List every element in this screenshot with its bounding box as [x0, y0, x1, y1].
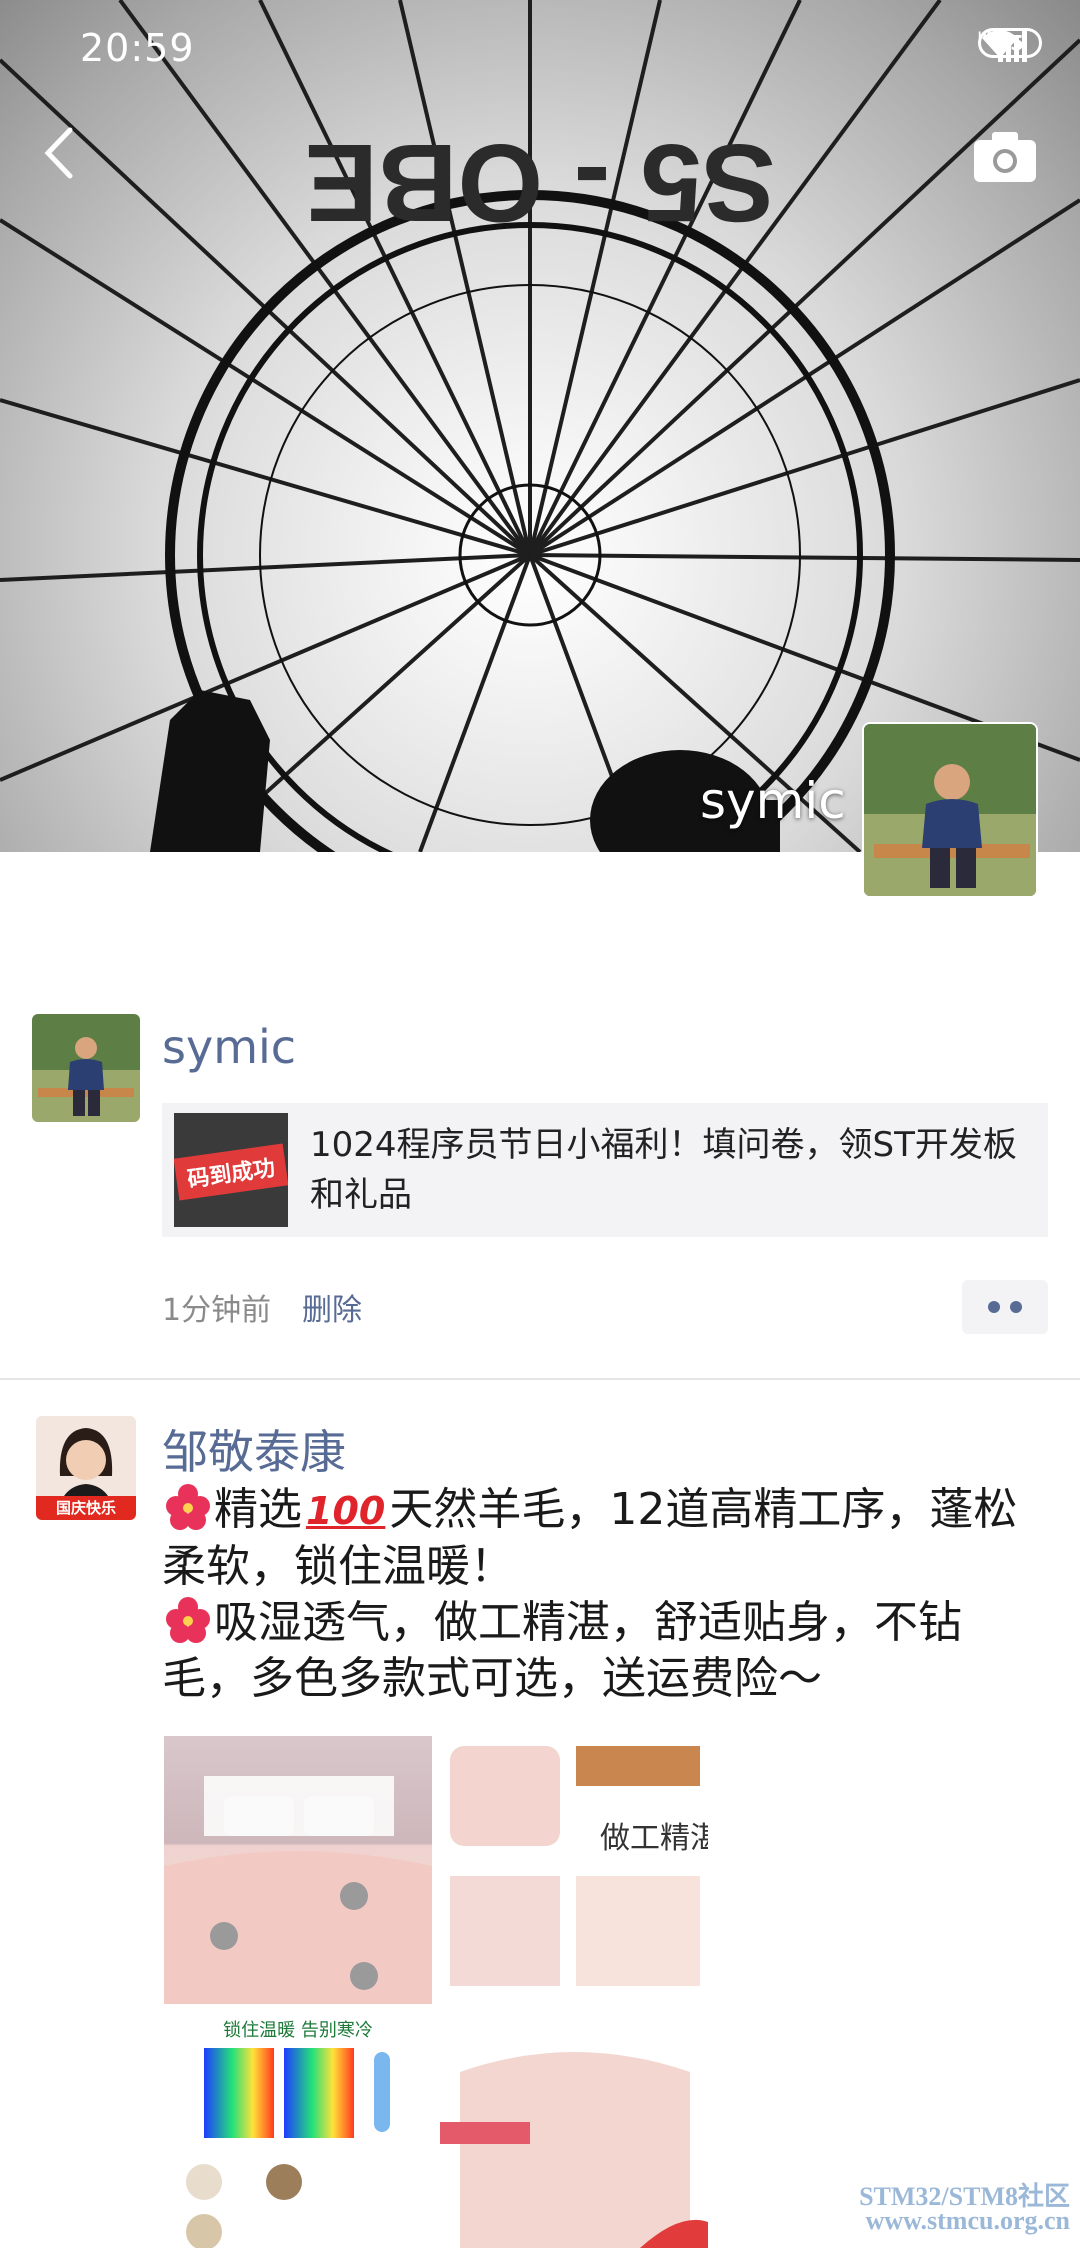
- hibiscus-icon: [166, 1484, 210, 1530]
- post-divider: [0, 1378, 1080, 1380]
- delete-link[interactable]: 删除: [302, 1285, 362, 1329]
- post-avatar-symic[interactable]: [32, 1014, 140, 1122]
- shared-link-card[interactable]: 码到成功 1024程序员节日小福利！填问卷，领ST开发板和礼品: [162, 1103, 1048, 1237]
- dot-icon: [988, 1301, 1000, 1313]
- avatar-badge: 国庆快乐: [36, 1496, 136, 1520]
- post-author-name[interactable]: symic: [162, 1020, 296, 1074]
- post-image-1[interactable]: [164, 1736, 432, 2004]
- status-time: 20:59: [80, 26, 195, 70]
- bedding-detail-photo: 做工精湛: [450, 1746, 708, 1986]
- post-image-3[interactable]: 锁住温暖 告别寒冷: [164, 2012, 432, 2248]
- link-title: 1024程序员节日小福利！填问卷，领ST开发板和礼品: [310, 1125, 1017, 1215]
- camera-icon: [974, 132, 1036, 182]
- avatar-photo: [864, 724, 1036, 896]
- chevron-left-icon: [44, 127, 73, 179]
- owner-avatar[interactable]: [862, 722, 1038, 898]
- image-caption: 锁住温暖 告别寒冷: [223, 2020, 373, 2041]
- watermark-line2: www.stmcu.org.cn: [865, 2206, 1070, 2235]
- post-text-line1a: 精选: [214, 1484, 302, 1535]
- bedding-photo: [164, 1776, 432, 2004]
- wifi-icon: [982, 30, 1018, 58]
- link-thumbnail: 码到成功: [174, 1113, 288, 1227]
- back-button[interactable]: [30, 118, 90, 188]
- post-image-2[interactable]: 做工精湛: [440, 1736, 708, 2004]
- more-actions-button[interactable]: [962, 1280, 1048, 1334]
- folded-quilt-photo: [440, 2052, 708, 2248]
- status-bar: 20:59 HD 65: [0, 0, 1080, 96]
- thermal-infographic: 锁住温暖 告别寒冷: [186, 2020, 390, 2248]
- image-caption: 做工精湛: [600, 1821, 708, 1856]
- post-text-line2: 吸湿透气，做工精湛，舒适贴身，不钻毛，多色多款式可选，送运费险～: [162, 1597, 962, 1704]
- camera-button[interactable]: [970, 128, 1040, 184]
- post-timestamp: 1分钟前: [162, 1293, 272, 1328]
- dot-icon: [1010, 1301, 1022, 1313]
- post-avatar-zoujingtaikang[interactable]: 国庆快乐: [36, 1416, 136, 1520]
- hibiscus-icon: [166, 1597, 210, 1643]
- hundred-points-icon: 100: [306, 1489, 386, 1533]
- balloon-letters: S5 - OBE: [305, 121, 776, 244]
- avatar-photo: [32, 1014, 140, 1122]
- post-image-4[interactable]: [440, 2012, 708, 2248]
- post-author-name[interactable]: 邹敬泰康: [162, 1416, 346, 1482]
- cover-owner-name: symic: [700, 772, 846, 830]
- link-thumbnail-text: 码到成功: [174, 1143, 288, 1201]
- post-body-text: 精选 100天然羊毛，12道高精工序，蓬松柔软，锁住温暖！ 吸湿透气，做工精湛，舒…: [162, 1482, 1022, 1707]
